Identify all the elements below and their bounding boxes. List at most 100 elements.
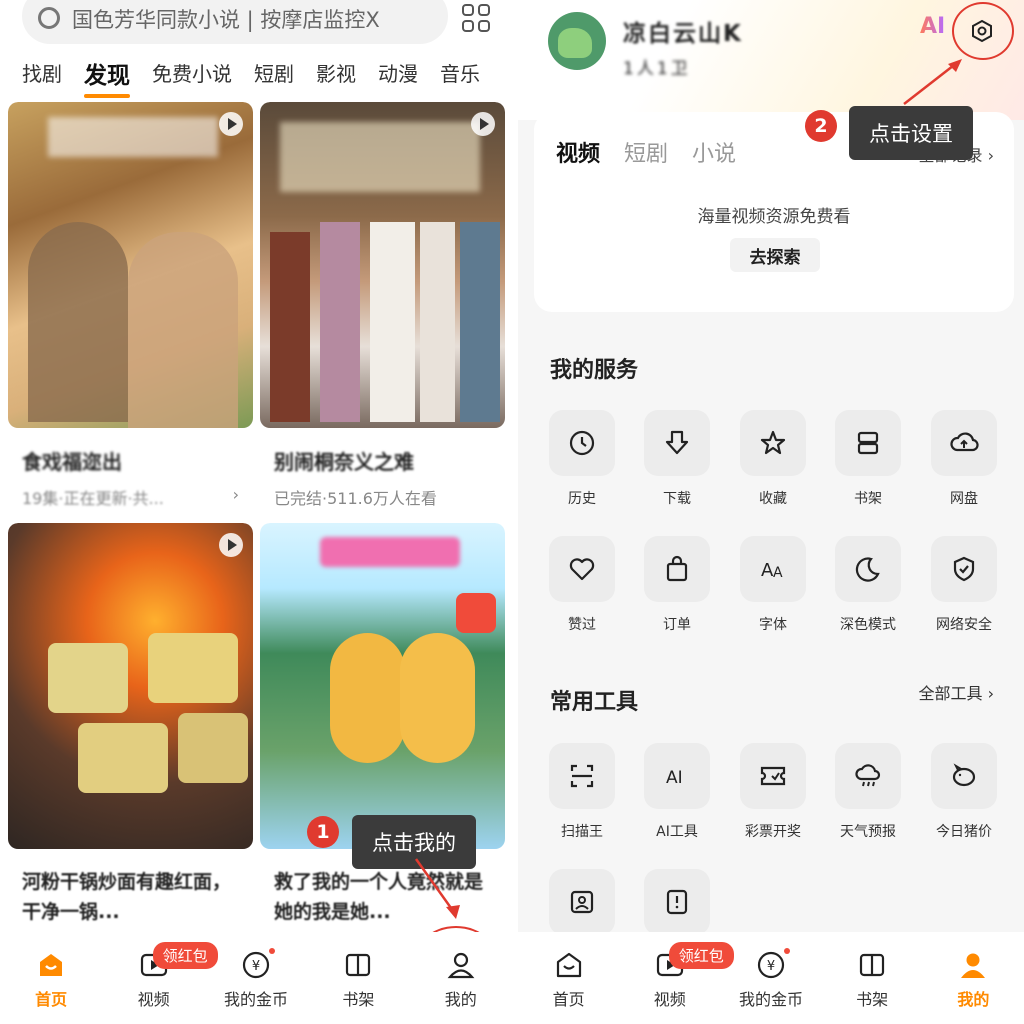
nav-bookshelf[interactable]: 书架 [827,950,917,1010]
annotation-arrow-icon [903,59,962,105]
category-grid-icon[interactable] [462,4,490,32]
service-network-security[interactable]: 网络安全 [931,536,997,634]
card-meta: 19集·正在更新·共... › [22,485,239,508]
svg-text:¥: ¥ [767,959,775,974]
nav-coins[interactable]: ¥ 我的金币 [211,948,301,1010]
card-title: 别闹桐奈义之难 [274,450,414,474]
nav-mine[interactable]: 我的 [928,950,1018,1010]
nav-home[interactable]: 首页 [524,950,614,1010]
tab-video[interactable]: 视频 [556,136,600,168]
tab-find-drama[interactable]: 找剧 [22,58,62,90]
user-id: 1人1卫 [623,59,691,79]
bottom-nav: 首页 视频 领红包 ¥ 我的金币 书架 我的 [0,932,512,1024]
weather-icon [855,764,881,787]
highlight-ring [952,2,1014,60]
instruction-callout: 点击设置 [849,106,973,160]
all-tools-link[interactable]: 全部工具 › [919,680,995,704]
video-thumbnail [8,523,253,849]
notification-dot [268,948,275,954]
tab-free-novel[interactable]: 免费小说 [152,58,232,90]
tool-pig-price[interactable]: 今日猪价 [931,743,997,841]
download-icon [665,430,689,455]
tab-anime[interactable]: 动漫 [378,58,418,90]
top-tabs: 找剧 发现 免费小说 短剧 影视 动漫 音乐 [22,56,480,98]
nav-bookshelf[interactable]: 书架 [313,950,403,1010]
report-icon [666,889,688,915]
services-title: 我的服务 [550,358,639,383]
play-icon [471,112,495,136]
username: 凉白云山K [623,21,743,47]
service-bookshelf[interactable]: 书架 [835,410,901,508]
nav-video[interactable]: 视频 领红包 [625,942,734,1010]
service-download[interactable]: 下载 [644,410,710,508]
service-liked[interactable]: 赞过 [549,536,615,634]
tool-scanner[interactable]: 扫描王 [549,743,615,841]
annotation-arrow-icon [414,858,460,919]
tab-short-drama[interactable]: 短剧 [254,58,294,90]
nav-video[interactable]: 视频 领红包 [109,942,218,1010]
tab-discover[interactable]: 发现 [84,56,130,98]
person-icon [961,953,986,978]
shield-icon [953,556,975,582]
play-icon [219,533,243,557]
step-number-badge: 2 [805,110,837,142]
card-title: 河粉干锅炒面有趣红面，干净一锅... [22,871,232,923]
book-icon [860,953,885,977]
person-icon [447,952,475,979]
svg-text:¥: ¥ [252,959,260,974]
explore-button[interactable]: 去探索 [730,238,820,272]
contact-icon [570,890,594,914]
service-dark-mode[interactable]: 深色模式 [835,536,901,634]
service-history[interactable]: 历史 [549,410,615,508]
svg-text:A: A [773,565,783,581]
home-icon [40,954,63,976]
nav-coins[interactable]: ¥ 我的金币 [726,948,816,1010]
book-icon [346,953,371,977]
play-icon [219,112,243,136]
avatar[interactable] [548,12,606,70]
video-card[interactable]: 食戏福迩出 19集·正在更新·共... › [8,102,253,512]
bookshelf-icon [857,431,879,455]
video-thumbnail [260,102,505,428]
bag-icon [666,555,688,582]
tool-ai[interactable]: AI AI工具 [644,743,710,841]
nav-home[interactable]: 首页 [6,950,96,1010]
service-cloud-drive[interactable]: 网盘 [931,410,997,508]
red-packet-badge[interactable]: 领红包 [668,942,734,969]
chevron-right-icon: › [232,485,239,504]
search-icon [38,7,60,29]
moon-icon [855,557,880,582]
nav-mine[interactable]: 我的 [416,950,506,1010]
coin-icon: ¥ [242,951,270,979]
service-favorites[interactable]: 收藏 [740,410,806,508]
video-thumbnail [260,523,505,849]
search-bar[interactable]: 国色芳华同款小说 | 按摩店监控X [22,0,448,44]
tab-film-tv[interactable]: 影视 [316,58,356,90]
service-font[interactable]: AA 字体 [740,536,806,634]
tool-weather[interactable]: 天气预报 [835,743,901,841]
step-number-badge: 1 [307,816,339,848]
card-meta: 已完结·511.6万人在看 [274,489,437,508]
tab-music[interactable]: 音乐 [440,58,480,90]
tab-short-drama[interactable]: 短剧 [624,136,668,168]
pig-icon [952,763,976,787]
star-icon [760,430,786,455]
tool-lottery[interactable]: 彩票开奖 [740,743,806,841]
home-discover-screen: 国色芳华同款小说 | 按摩店监控X 找剧 发现 免费小说 短剧 影视 动漫 音乐… [0,0,512,1024]
clock-icon [569,430,595,456]
media-tabs: 视频 短剧 小说 [556,136,736,168]
svg-text:AI: AI [666,768,683,788]
font-icon: AA [761,560,783,581]
red-packet-badge[interactable]: 领红包 [152,942,218,969]
coin-icon: ¥ [757,951,785,979]
cloud-upload-icon [950,432,979,452]
service-orders[interactable]: 订单 [644,536,710,634]
tab-novel[interactable]: 小说 [692,136,736,168]
video-card[interactable]: 河粉干锅炒面有趣红面，干净一锅... [8,523,253,933]
search-placeholder: 国色芳华同款小说 | 按摩店监控X [72,8,380,32]
card-title: 食戏福迩出 [22,450,122,474]
scan-icon [570,764,594,788]
ai-icon[interactable]: AI [920,14,945,39]
heart-icon [569,558,595,581]
video-card[interactable]: 别闹桐奈义之难 已完结·511.6万人在看 [260,102,505,512]
